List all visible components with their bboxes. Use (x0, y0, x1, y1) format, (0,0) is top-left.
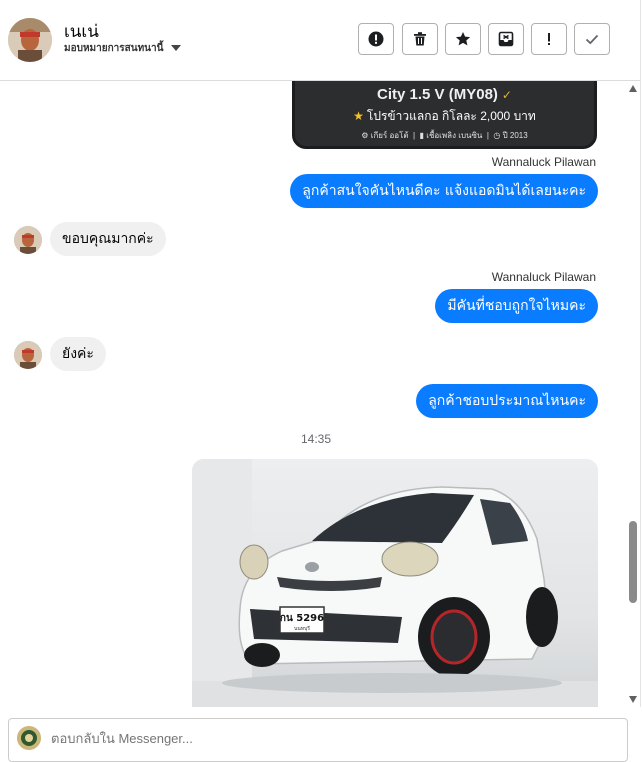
outgoing-message[interactable]: ลูกค้าสนใจคันไหนดีคะ แจ้งแอดมินได้เลยนะค… (290, 174, 598, 208)
page-avatar-icon (17, 726, 41, 750)
conversation-header: เนเน่ มอบหมายการสนทนานี้ (0, 0, 641, 81)
reply-composer (8, 718, 628, 762)
star-button[interactable] (445, 23, 481, 55)
chat-scrollbar[interactable] (626, 81, 641, 707)
mark-spam-button[interactable] (358, 23, 394, 55)
gear-icon: ⚙ (361, 131, 369, 140)
assign-conversation-dropdown[interactable]: มอบหมายการสนทนานี้ (64, 41, 182, 56)
scroll-up-arrow-icon[interactable] (629, 85, 637, 92)
outgoing-message[interactable]: ลูกค้าชอบประมาณไหนคะ (416, 384, 598, 418)
scrollbar-thumb[interactable] (629, 521, 637, 603)
trash-icon (414, 32, 426, 46)
delete-button[interactable] (402, 23, 438, 55)
message-thread: City 1.5 V (MY08) ✓ ★ โปรข้าวแลกอ กิโลละ 2… (0, 81, 626, 707)
star-icon (455, 32, 471, 46)
plate-number: กน 5296 (280, 613, 324, 624)
sender-name: Wannaluck Pilawan (491, 270, 596, 284)
car-photo-attachment[interactable]: กน 5296 นนทบุรี (192, 459, 598, 707)
card-specs: ⚙ เกียร์ ออโต้ | ▮ เชื้อเพลิง เบนซิน | ◷… (361, 131, 528, 140)
car-listing-card[interactable]: City 1.5 V (MY08) ✓ ★ โปรข้าวแลกอ กิโลละ 2… (292, 81, 597, 149)
contact-avatar-small (14, 341, 42, 369)
contact-avatar-small (14, 226, 42, 254)
checkmark-icon (585, 34, 599, 45)
star-icon: ★ (353, 109, 364, 123)
contact-avatar[interactable] (8, 18, 52, 62)
move-to-done-button[interactable] (488, 23, 524, 55)
sender-name: Wannaluck Pilawan (491, 155, 596, 169)
card-title: City 1.5 V (MY08) ✓ (295, 86, 594, 103)
archive-box-icon (498, 31, 514, 47)
reply-input[interactable] (51, 728, 591, 748)
scroll-down-arrow-icon[interactable] (629, 696, 637, 703)
alert-circle-icon (368, 31, 384, 47)
card-title-text: City 1.5 V (MY08) (377, 86, 498, 103)
mark-unread-button[interactable] (531, 23, 567, 55)
spec-year: ปี 2013 (502, 131, 528, 140)
card-price: ★ โปรข้าวแลกอ กิโลละ 2,000 บาท (295, 107, 594, 126)
caret-down-icon (171, 45, 182, 51)
incoming-message[interactable]: ยังค่ะ (50, 337, 106, 371)
verified-check-icon: ✓ (501, 88, 512, 102)
card-price-text: โปรข้าวแลกอ กิโลละ 2,000 บาท (366, 109, 536, 123)
message-timestamp: 14:35 (300, 432, 332, 446)
spec-fuel: เชื้อเพลิง เบนซิน (426, 131, 483, 140)
assign-conversation-label: มอบหมายการสนทนานี้ (64, 43, 164, 54)
plate-province: นนทบุรี (294, 625, 310, 632)
outgoing-message[interactable]: มีคันที่ชอบถูกใจไหมคะ (435, 289, 598, 323)
incoming-message[interactable]: ขอบคุณมากค่ะ (50, 222, 166, 256)
fuel-icon: ▮ (419, 131, 424, 140)
calendar-icon: ◷ (493, 131, 501, 140)
spec-gear: เกียร์ ออโต้ (370, 131, 409, 140)
exclamation-icon (548, 33, 550, 45)
mark-done-button[interactable] (574, 23, 610, 55)
